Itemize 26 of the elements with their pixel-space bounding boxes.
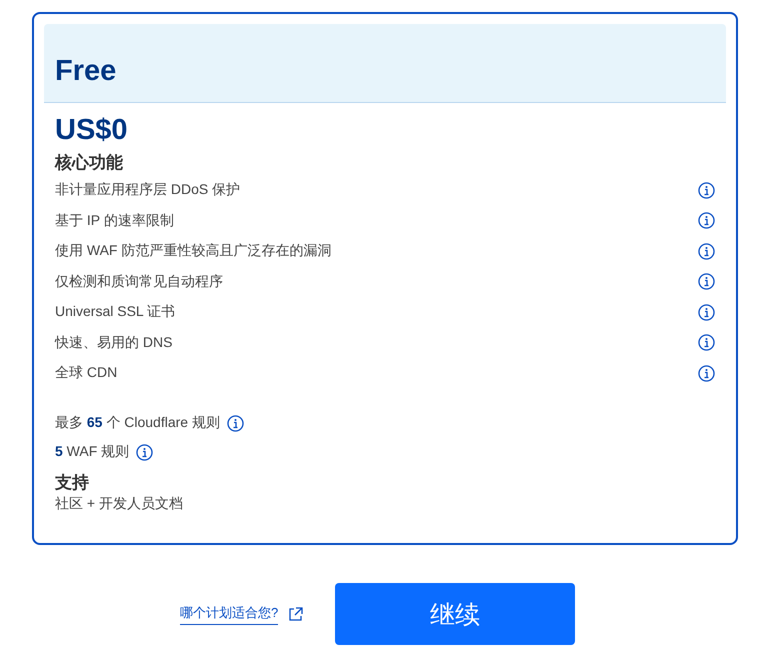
info-icon[interactable] [698,212,715,230]
feature-text: Universal SSL 证书 [55,303,176,322]
feature-text: 非计量应用程序层 DDoS 保护 [55,181,240,200]
external-link-icon[interactable] [288,606,304,622]
plan-help-link[interactable]: 哪个计划适合您? [180,604,278,624]
info-icon[interactable] [698,273,715,290]
feature-text: 全球 CDN [55,364,118,382]
limit-text: 5 WAF 规则 [55,443,130,461]
feature-text: 使用 WAF 防范严重性较高且广泛存在的漏洞 [55,242,332,260]
feature-text: 仅检测和质询常见自动程序 [55,272,223,291]
section-heading: 支持 [55,472,90,494]
feature-text: 基于 IP 的速率限制 [55,212,174,230]
info-icon[interactable] [136,444,154,460]
limit-text: 最多 65 个 Cloudflare 规则 [55,414,220,432]
section-heading: 核心功能 [55,152,124,174]
info-icon[interactable] [698,364,715,382]
continue-button[interactable]: 继续 [335,583,576,645]
info-icon[interactable] [698,334,715,352]
plan-price: US$0 [55,113,129,147]
info-icon[interactable] [698,182,715,199]
feature-text: 快速、易用的 DNS [55,334,172,352]
info-icon[interactable] [698,304,715,321]
info-icon[interactable] [698,242,715,260]
plan-name: Free [55,55,116,88]
support-text: 社区 + 开发人员文档 [55,494,183,510]
info-icon[interactable] [226,414,244,432]
